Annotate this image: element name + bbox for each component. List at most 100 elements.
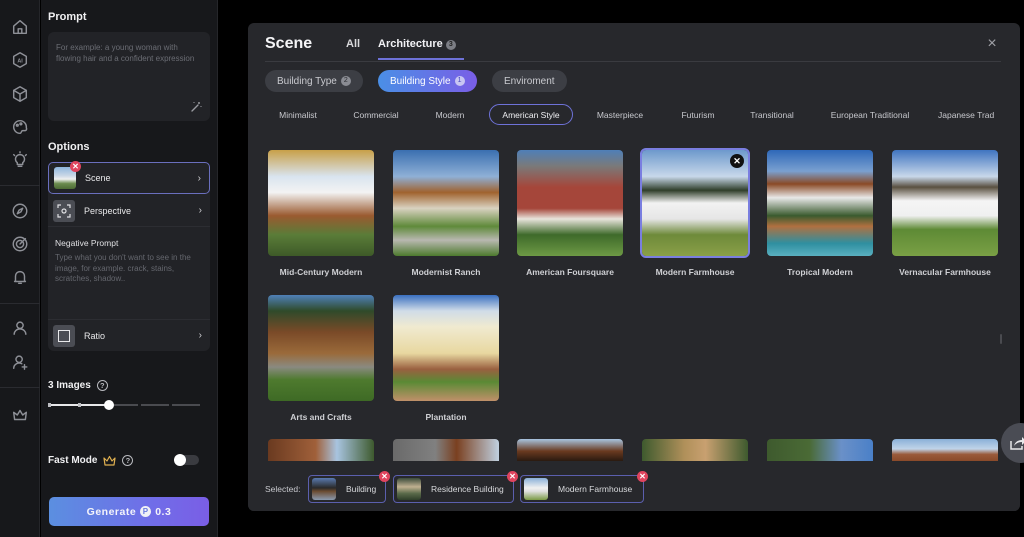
style-tab[interactable]: Commercial bbox=[344, 104, 408, 125]
slider-tick bbox=[78, 403, 81, 407]
option-perspective[interactable]: Perspective › bbox=[48, 195, 210, 227]
cube-icon[interactable] bbox=[10, 84, 30, 104]
category-building-style[interactable]: Building Style 1 bbox=[378, 70, 477, 92]
images-slider[interactable] bbox=[48, 398, 200, 412]
selected-chip[interactable]: Building ✕ bbox=[308, 471, 390, 503]
rail-divider bbox=[0, 387, 40, 388]
category-label: Building Type bbox=[277, 75, 337, 87]
ratio-icon bbox=[53, 324, 75, 347]
coin-icon: P bbox=[140, 506, 152, 517]
option-scene[interactable]: ✕ Scene › bbox=[48, 161, 210, 194]
style-tab[interactable]: Modern bbox=[420, 104, 480, 125]
selected-label: Selected: bbox=[265, 484, 301, 494]
slider-tick bbox=[48, 403, 51, 407]
slider-knob[interactable] bbox=[104, 400, 114, 410]
remove-chip-icon[interactable]: ✕ bbox=[637, 471, 648, 482]
selected-chip[interactable]: Residence Building ✕ bbox=[393, 471, 518, 503]
options-panel: Prompt For example: a young woman with f… bbox=[41, 0, 218, 537]
style-card-partial[interactable] bbox=[268, 439, 374, 461]
help-icon[interactable]: ? bbox=[96, 380, 108, 391]
count-badge: 1 bbox=[454, 76, 465, 86]
close-icon[interactable]: × bbox=[985, 36, 999, 52]
style-image bbox=[268, 295, 374, 401]
style-tab[interactable]: Minimalist bbox=[266, 104, 330, 125]
toggle-knob bbox=[174, 454, 186, 466]
style-tab[interactable]: European Traditional bbox=[826, 104, 914, 125]
option-label: Scene bbox=[85, 173, 111, 183]
prompt-title: Prompt bbox=[48, 11, 87, 23]
style-card-partial[interactable] bbox=[393, 439, 499, 461]
palette-icon[interactable] bbox=[10, 117, 30, 137]
slider-gap bbox=[138, 403, 141, 407]
fast-mode-toggle[interactable] bbox=[174, 454, 199, 466]
style-card[interactable]: Vernacular Farmhouse bbox=[892, 150, 998, 277]
style-card[interactable]: Mid-Century Modern bbox=[268, 150, 374, 277]
magic-wand-icon[interactable] bbox=[190, 101, 202, 113]
target-icon[interactable] bbox=[10, 234, 30, 254]
style-image bbox=[517, 150, 623, 256]
home-icon[interactable] bbox=[10, 17, 30, 37]
tab-label: All bbox=[346, 38, 361, 50]
style-card[interactable]: Arts and Crafts bbox=[268, 295, 374, 422]
chevron-right-icon: › bbox=[198, 330, 202, 341]
selected-chip[interactable]: Modern Farmhouse ✕ bbox=[520, 471, 648, 503]
style-card-partial[interactable] bbox=[767, 439, 873, 461]
style-tab[interactable]: Futurism bbox=[666, 104, 730, 125]
style-card-partial[interactable] bbox=[517, 439, 623, 461]
chevron-right-icon: › bbox=[197, 172, 201, 184]
option-label: Ratio bbox=[84, 330, 106, 341]
fast-mode-label: Fast Mode bbox=[48, 455, 98, 466]
ai-icon[interactable]: AI bbox=[10, 50, 30, 70]
count-badge: 3 bbox=[445, 40, 456, 50]
prompt-placeholder: For example: a young woman with flowing … bbox=[56, 43, 195, 63]
deselect-icon[interactable]: ✕ bbox=[730, 154, 744, 168]
compass-icon[interactable] bbox=[10, 201, 30, 221]
chip-thumbnail bbox=[397, 478, 421, 500]
generate-label: Generate bbox=[86, 505, 137, 518]
chip-label: Modern Farmhouse bbox=[558, 484, 633, 494]
option-ratio[interactable]: Ratio › bbox=[48, 319, 210, 351]
option-label: Perspective bbox=[84, 205, 132, 216]
tab-architecture[interactable]: Architecture 3 bbox=[378, 38, 456, 50]
category-building-type[interactable]: Building Type 2 bbox=[265, 70, 363, 92]
style-tab[interactable]: Transitional bbox=[740, 104, 804, 125]
negative-prompt-input[interactable]: Type what you don't want to see in the i… bbox=[55, 253, 205, 285]
card-label: Modern Farmhouse bbox=[655, 267, 735, 277]
chip-label: Building bbox=[346, 484, 377, 494]
category-enviroment[interactable]: Enviroment bbox=[492, 70, 567, 92]
crown-icon[interactable] bbox=[10, 405, 30, 425]
slider-gap bbox=[169, 403, 172, 407]
tab-all[interactable]: All bbox=[346, 38, 360, 50]
scrollbar[interactable] bbox=[1000, 334, 1002, 344]
help-icon[interactable]: ? bbox=[122, 455, 134, 466]
remove-chip-icon[interactable]: ✕ bbox=[507, 471, 518, 482]
style-card[interactable]: American Foursquare bbox=[517, 150, 623, 277]
generate-button[interactable]: Generate P 0.3 bbox=[49, 497, 209, 526]
style-tab[interactable]: Masterpiece bbox=[588, 104, 652, 125]
card-label: Mid-Century Modern bbox=[279, 267, 363, 277]
count-badge: 2 bbox=[340, 76, 351, 86]
prompt-input[interactable]: For example: a young woman with flowing … bbox=[48, 32, 210, 121]
user-add-icon[interactable] bbox=[10, 352, 30, 372]
perspective-icon bbox=[53, 199, 75, 222]
style-card[interactable]: Tropical Modern bbox=[767, 150, 873, 277]
svg-text:AI: AI bbox=[17, 59, 23, 65]
style-card[interactable]: Modernist Ranch bbox=[393, 150, 499, 277]
style-card-partial[interactable] bbox=[642, 439, 748, 461]
lightbulb-icon[interactable] bbox=[10, 150, 30, 170]
bell-icon[interactable] bbox=[10, 267, 30, 287]
style-card[interactable]: Plantation bbox=[393, 295, 499, 422]
style-card-selected[interactable]: ✕ Modern Farmhouse bbox=[640, 148, 750, 277]
chip-label: Residence Building bbox=[431, 484, 504, 494]
style-image bbox=[393, 295, 499, 401]
card-label: Tropical Modern bbox=[787, 267, 853, 277]
user-icon[interactable] bbox=[10, 318, 30, 338]
options-list: ✕ Scene › Perspective › Negative Prompt … bbox=[48, 161, 210, 351]
remove-scene-icon[interactable]: ✕ bbox=[70, 161, 81, 172]
remove-chip-icon[interactable]: ✕ bbox=[379, 471, 390, 482]
style-tab[interactable]: Japanese Trad bbox=[938, 104, 1008, 125]
style-card-partial[interactable] bbox=[892, 439, 998, 461]
tab-label: Architecture bbox=[378, 38, 443, 50]
category-label: Enviroment bbox=[504, 75, 555, 87]
style-tab-active[interactable]: American Style bbox=[489, 104, 573, 125]
